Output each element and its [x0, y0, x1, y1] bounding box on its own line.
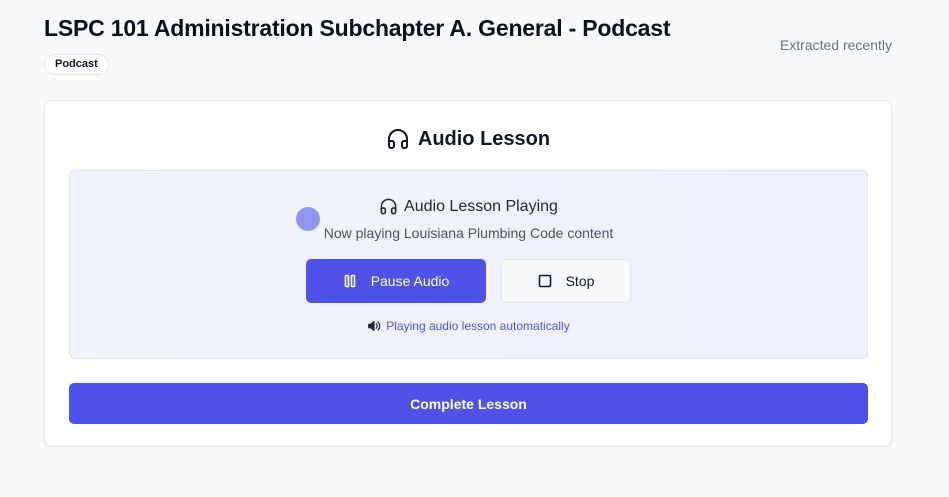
audio-player-panel: Audio Lesson Playing Now playing Louisia…: [69, 170, 868, 359]
stop-icon: [538, 274, 552, 288]
card-title: Audio Lesson: [417, 127, 551, 150]
pause-icon: [343, 274, 357, 288]
player-status-subtitle: Now playing Louisiana Plumbing Code cont…: [323, 225, 614, 241]
player-status: Audio Lesson Playing: [70, 197, 867, 216]
card-header: Audio Lesson: [45, 127, 891, 151]
page: LSPC 101 Administration Subchapter A. Ge…: [0, 0, 949, 497]
stop-audio-button[interactable]: Stop: [501, 259, 631, 303]
speaker-icon: [367, 319, 381, 333]
complete-lesson-button[interactable]: Complete Lesson: [69, 383, 868, 424]
headphones-icon: [386, 127, 410, 151]
pause-audio-button[interactable]: Pause Audio: [306, 259, 486, 303]
pause-audio-label: Pause Audio: [370, 273, 450, 289]
stop-audio-label: Stop: [565, 273, 595, 289]
player-status-title: Audio Lesson Playing: [404, 197, 558, 215]
headphones-icon: [379, 197, 398, 216]
autoplay-note: Playing audio lesson automatically: [70, 319, 867, 333]
content-type-badge: Podcast: [44, 54, 109, 75]
autoplay-note-text: Playing audio lesson automatically: [386, 319, 570, 333]
page-title: LSPC 101 Administration Subchapter A. Ge…: [44, 15, 671, 41]
extraction-status: Extracted recently: [779, 37, 892, 53]
audio-lesson-card: Audio Lesson Audio Lesson Playing Now pl…: [44, 100, 892, 447]
